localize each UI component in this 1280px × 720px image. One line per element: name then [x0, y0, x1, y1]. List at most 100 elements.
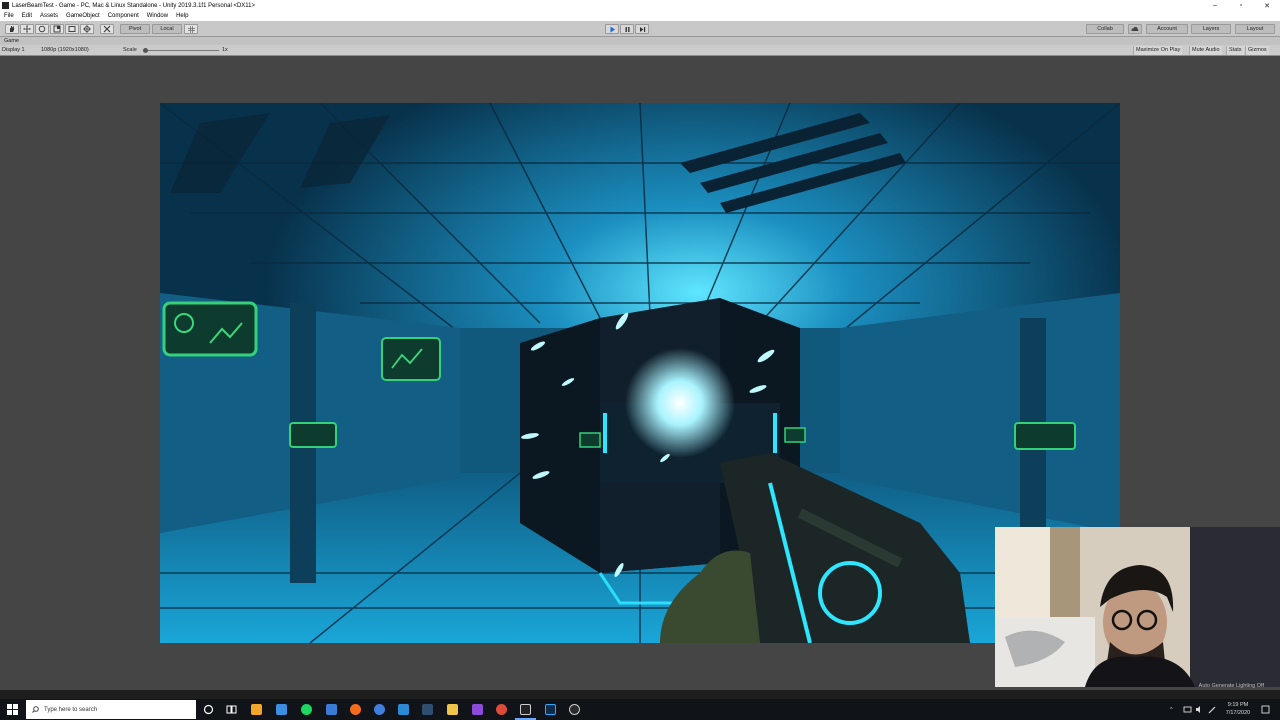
custom-tool-button[interactable] — [100, 24, 114, 34]
window-title: LaserBeamTest - Game - PC, Mac & Linux S… — [12, 2, 256, 9]
chrome-icon[interactable] — [374, 704, 385, 715]
network-icon[interactable] — [1183, 705, 1192, 714]
minimize-button[interactable]: – — [1202, 0, 1228, 11]
app2-icon[interactable] — [398, 704, 409, 715]
game-viewport: Auto Generate Lighting Off — [0, 56, 1280, 690]
custom-tool-icon — [103, 25, 111, 33]
window-controls: – ▫ ✕ — [1202, 0, 1280, 11]
autogen-lighting-status: Auto Generate Lighting Off — [1198, 683, 1264, 689]
pause-icon — [625, 26, 629, 32]
game-scene — [160, 103, 1120, 643]
menu-window[interactable]: Window — [147, 11, 168, 21]
menu-component[interactable]: Component — [108, 11, 139, 21]
layout-dropdown[interactable]: Layout — [1235, 24, 1275, 34]
scale-slider[interactable] — [143, 48, 219, 53]
play-button[interactable] — [605, 24, 619, 34]
pause-button[interactable] — [620, 24, 634, 34]
app-icon[interactable] — [326, 704, 337, 715]
mute-audio-toggle[interactable]: Mute Audio — [1189, 46, 1222, 55]
game-view-toolbar: Display 1 1080p (1920x1080) Scale 1x Max… — [0, 45, 1280, 56]
step-icon — [639, 26, 645, 32]
collab-dropdown[interactable]: Collab — [1086, 24, 1124, 34]
rect-icon — [68, 26, 76, 32]
cloud-button[interactable] — [1128, 24, 1142, 34]
scale-slider-thumb[interactable] — [143, 48, 148, 53]
gizmos-dropdown[interactable]: Gizmos — [1245, 46, 1269, 55]
spotify-icon[interactable] — [301, 704, 312, 715]
layers-dropdown[interactable]: Layers — [1191, 24, 1231, 34]
windows-start-icon[interactable] — [7, 704, 18, 715]
clock-time: 9:19 PM — [1227, 702, 1249, 708]
transform-icon — [83, 25, 91, 33]
hand-icon — [10, 26, 14, 32]
layers-label: Layers — [1202, 26, 1220, 32]
resolution-dropdown[interactable]: 1080p (1920x1080) — [41, 45, 89, 56]
photoshop-icon[interactable] — [545, 704, 556, 715]
menu-gameobject[interactable]: GameObject — [66, 11, 100, 21]
obs-icon[interactable] — [569, 704, 580, 715]
clock-date: 7/17/2020 — [1225, 710, 1251, 716]
grid-snap-button[interactable] — [184, 24, 198, 34]
rect-tool-button[interactable] — [65, 24, 79, 34]
game-render[interactable] — [160, 103, 1120, 643]
clock[interactable]: 9:19 PM 7/17/2020 — [1222, 701, 1254, 717]
task-view-icon[interactable] — [226, 704, 237, 715]
rotate-icon — [38, 25, 46, 33]
main-toolbar: Pivot Local Collab Account Layers Layout — [0, 21, 1280, 37]
notification-icon[interactable] — [1261, 705, 1270, 714]
cloud-icon — [1131, 26, 1139, 31]
wall-screen-left — [162, 301, 258, 357]
wall-screen-small-left — [289, 422, 337, 448]
explorer-icon[interactable] — [447, 704, 458, 715]
scale-value: 1x — [222, 47, 228, 53]
chrome-browser-icon[interactable] — [496, 704, 507, 715]
system-tray: ^ — [1170, 699, 1173, 720]
transform-tool-button[interactable] — [80, 24, 94, 34]
menu-help[interactable]: Help — [176, 11, 188, 21]
volume-icon[interactable] — [1195, 705, 1204, 714]
pivot-label: Pivot — [128, 26, 142, 32]
display-dropdown[interactable]: Display 1 — [2, 45, 25, 56]
game-tab-label: Game — [4, 38, 19, 44]
scale-tool-button[interactable] — [50, 24, 64, 34]
account-dropdown[interactable]: Account — [1146, 24, 1188, 34]
layout-label: Layout — [1246, 26, 1264, 32]
pivot-toggle[interactable]: Pivot — [120, 24, 150, 34]
scale-label: Scale — [123, 47, 137, 53]
unity-icon — [2, 2, 9, 9]
taskbar-search[interactable]: Type here to search — [26, 700, 196, 719]
folder-icon[interactable] — [251, 704, 262, 715]
collab-label: Collab — [1097, 26, 1113, 32]
local-label: Local — [160, 26, 174, 32]
account-label: Account — [1157, 26, 1177, 32]
local-toggle[interactable]: Local — [152, 24, 182, 34]
menu-edit[interactable]: Edit — [22, 11, 32, 21]
vpn-icon[interactable] — [350, 704, 361, 715]
maximize-button[interactable]: ▫ — [1228, 0, 1254, 11]
document-icon[interactable] — [276, 704, 287, 715]
move-tool-button[interactable] — [20, 24, 34, 34]
steam-icon[interactable] — [422, 704, 433, 715]
move-icon — [23, 25, 31, 33]
visual-studio-icon[interactable] — [472, 704, 483, 715]
scale-icon — [53, 25, 61, 33]
pen-icon[interactable] — [1208, 705, 1217, 714]
rotate-tool-button[interactable] — [35, 24, 49, 34]
hand-tool-button[interactable] — [5, 24, 19, 34]
menu-assets[interactable]: Assets — [40, 11, 58, 21]
stats-toggle[interactable]: Stats — [1226, 46, 1244, 55]
unity-taskbar-icon[interactable] — [520, 704, 531, 715]
play-icon — [610, 26, 615, 32]
step-button[interactable] — [635, 24, 649, 34]
webcam-feed — [995, 527, 1280, 687]
game-tab[interactable]: Game — [0, 37, 1280, 45]
cortana-icon[interactable] — [203, 704, 214, 715]
maximize-on-play-toggle[interactable]: Maximize On Play — [1133, 46, 1183, 55]
menu-bar: File Edit Assets GameObject Component Wi… — [0, 11, 1280, 21]
tray-chevron-icon[interactable]: ^ — [1170, 707, 1173, 713]
menu-file[interactable]: File — [4, 11, 14, 21]
search-icon — [32, 706, 39, 713]
close-button[interactable]: ✕ — [1254, 0, 1280, 11]
windows-taskbar: Type here to search ^ 9:19 PM 7/17/2020 — [0, 699, 1280, 720]
wall-screen-center — [381, 337, 441, 381]
